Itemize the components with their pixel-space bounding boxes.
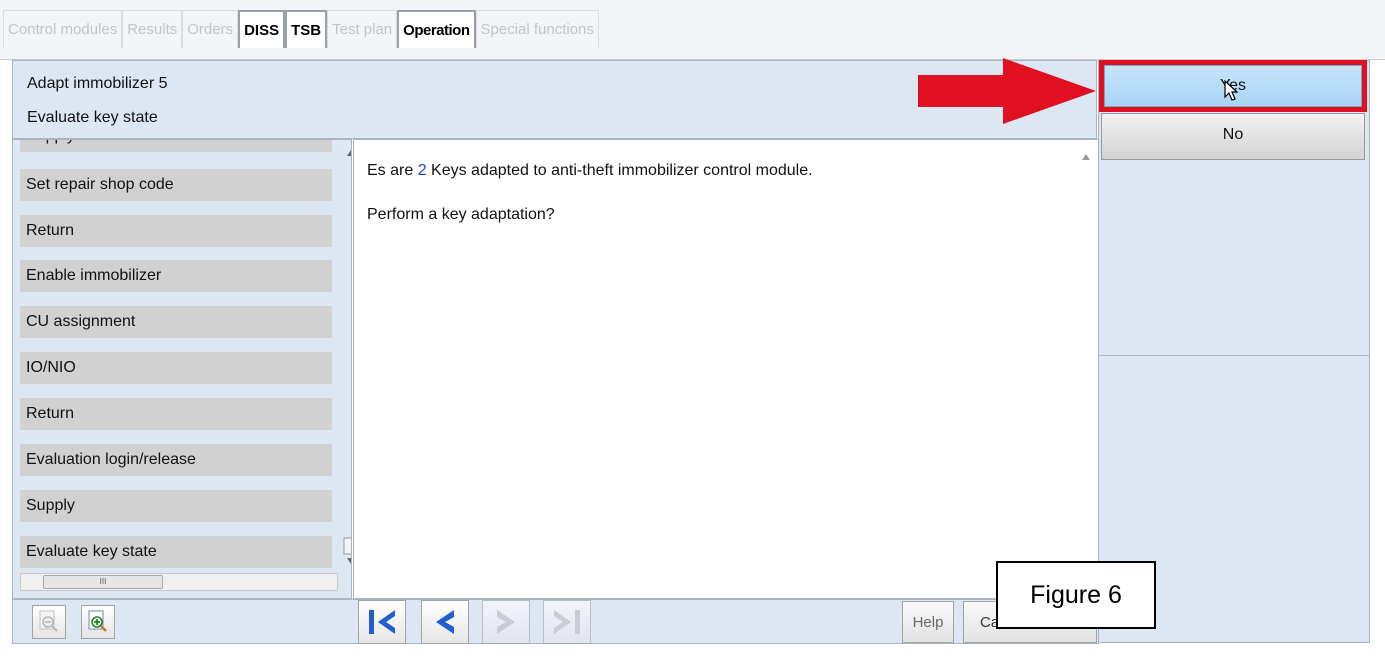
message-suffix: Keys adapted to anti-theft immobilizer c… [426, 162, 813, 179]
list-item[interactable]: Return [20, 398, 332, 430]
figure-caption: Figure 6 [996, 561, 1156, 629]
zoom-out-icon [39, 610, 58, 632]
tab-bar: Control modules Results Orders DISS TSB … [0, 0, 1385, 60]
back-button[interactable] [421, 600, 469, 644]
tab-control-modules[interactable]: Control modules [3, 10, 123, 48]
tab-special-functions[interactable]: Special functions [475, 10, 599, 48]
help-button[interactable]: Help [902, 601, 954, 643]
list-item[interactable]: Supply [20, 490, 332, 522]
list-item[interactable]: Set repair shop code [20, 169, 332, 201]
list-vertical-scrollbar[interactable] [343, 146, 352, 566]
mouse-cursor-icon [1224, 80, 1239, 101]
list-item[interactable]: Evaluation login/release [20, 444, 332, 476]
list-item[interactable]: Enable immobilizer [20, 260, 332, 292]
forward-button[interactable] [482, 600, 530, 644]
back-icon [436, 610, 454, 634]
zoom-in-button[interactable] [81, 605, 115, 639]
key-count-value: 2 [417, 162, 427, 179]
list-item[interactable]: Evaluate key state [20, 536, 332, 568]
list-item[interactable]: IO/NIO [20, 352, 332, 384]
red-arrow-icon [918, 58, 1096, 124]
first-page-icon [369, 610, 395, 634]
last-step-button[interactable] [543, 600, 591, 644]
tab-orders[interactable]: Orders [182, 10, 239, 48]
message-panel: Es are 2 Keys adapted to anti-theft immo… [353, 139, 1099, 599]
operation-title: Adapt immobilizer 5 [27, 75, 168, 92]
message-vertical-scrollbar[interactable] [1078, 146, 1094, 586]
no-button[interactable]: No [1101, 113, 1365, 160]
tab-results[interactable]: Results [122, 10, 183, 48]
last-page-icon [554, 610, 580, 634]
list-item[interactable]: Return [20, 215, 332, 247]
tab-operation[interactable]: Operation [397, 10, 476, 48]
list-item[interactable]: CU assignment [20, 306, 332, 338]
tab-diss[interactable]: DISS [238, 10, 286, 48]
message-prefix: Es are [367, 162, 418, 179]
tab-test-plan[interactable]: Test plan [327, 10, 398, 48]
first-step-button[interactable] [358, 600, 406, 644]
diagnostic-app-window: Control modules Results Orders DISS TSB … [0, 0, 1385, 657]
list-item[interactable]: Supply [20, 140, 332, 152]
response-panel-divider [1099, 355, 1369, 356]
message-question: Perform a key adaptation? [367, 206, 555, 223]
operation-step-title: Evaluate key state [27, 109, 158, 126]
message-line-key-count: Es are 2 Keys adapted to anti-theft immo… [367, 162, 813, 180]
tab-tsb[interactable]: TSB [285, 10, 328, 48]
zoom-out-button[interactable] [32, 605, 66, 639]
zoom-in-icon [88, 610, 107, 632]
list-horizontal-scrollbar-thumb[interactable]: III [43, 575, 163, 589]
forward-icon [497, 610, 515, 634]
list-horizontal-scrollbar[interactable]: III [20, 573, 338, 591]
tab-row: Control modules Results Orders DISS TSB … [3, 10, 599, 48]
step-list-panel: Supply Set repair shop code Return Enabl… [12, 139, 352, 599]
